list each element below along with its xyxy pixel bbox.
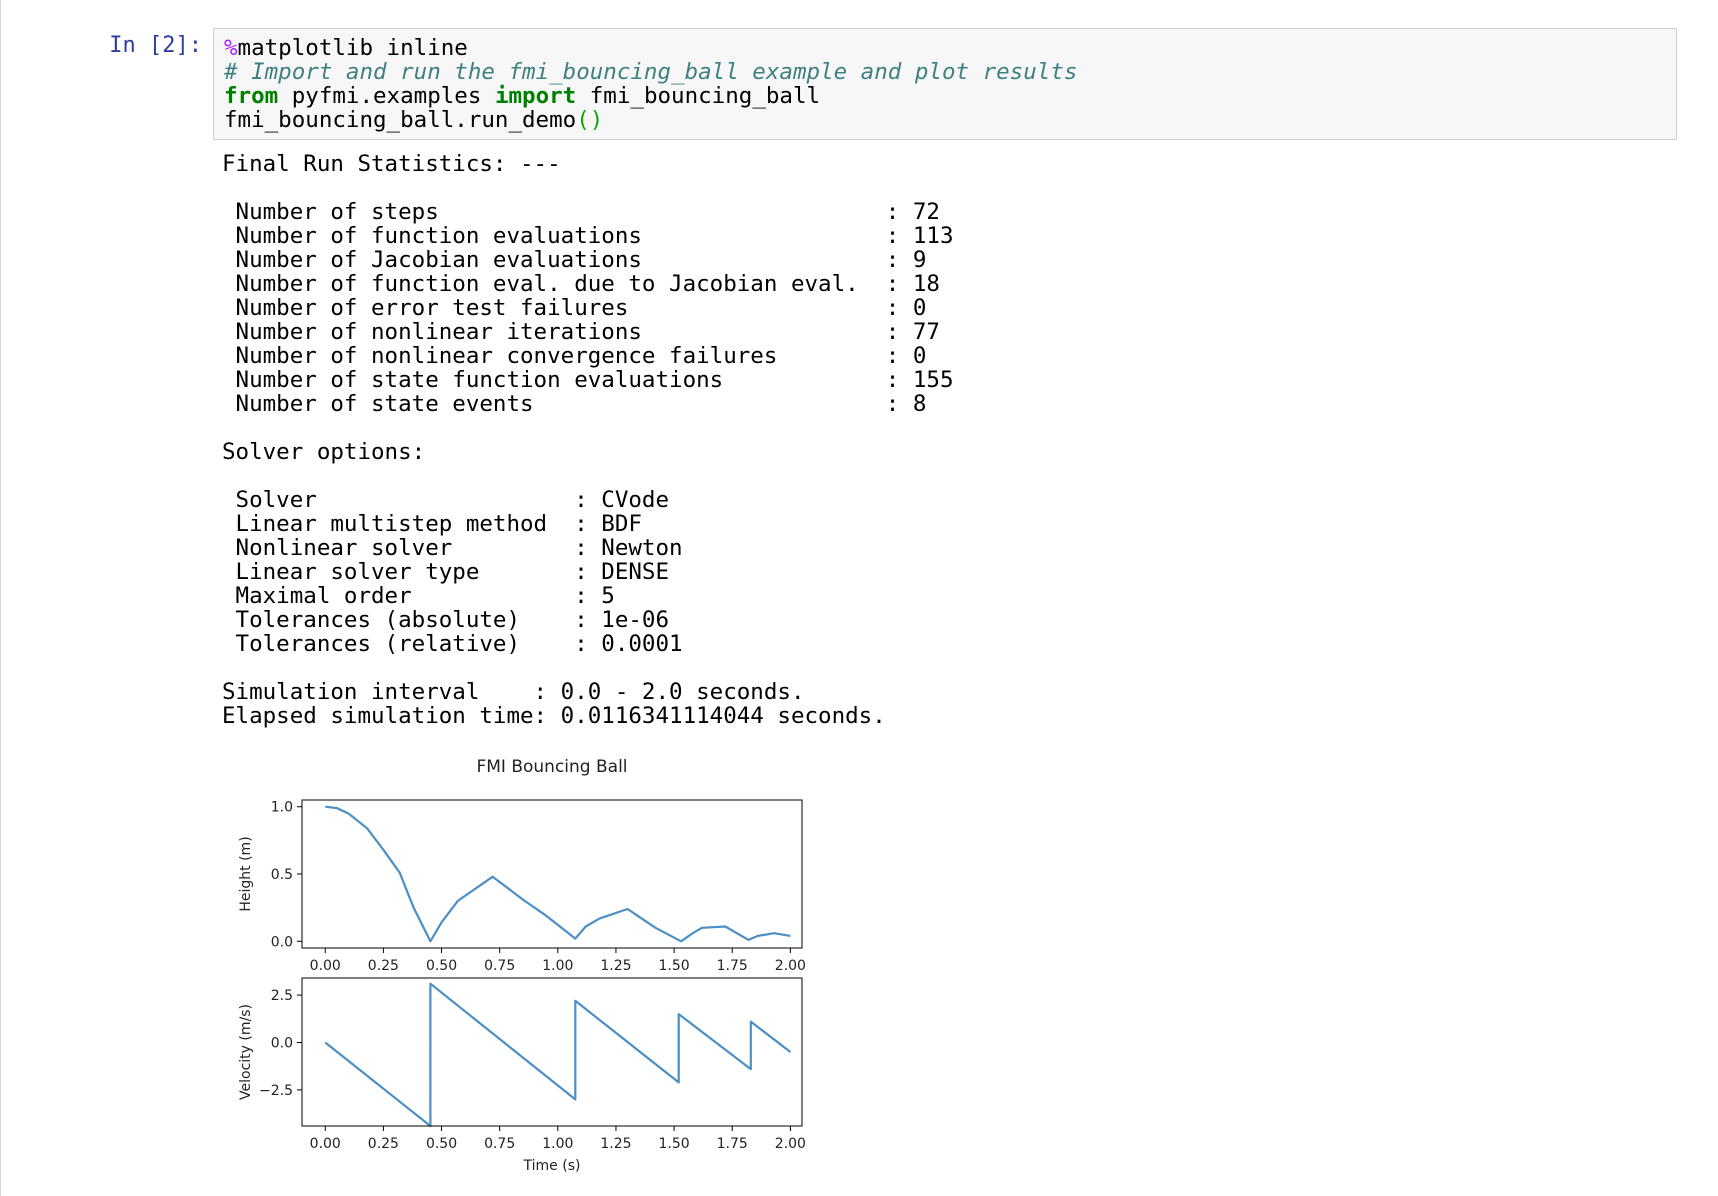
x-tick-label: 1.25 [600, 958, 631, 974]
x-tick-label: 0.75 [484, 958, 515, 974]
x-tick-label: 0.25 [368, 1136, 399, 1152]
y-tick-label: 2.5 [271, 988, 293, 1004]
code-input-area[interactable]: %matplotlib inline # Import and run the … [213, 28, 1677, 140]
x-tick-label: 1.00 [542, 958, 573, 974]
function-call: fmi_bouncing_ball.run_demo [224, 107, 577, 133]
output-line: Linear multistep method : BDF [222, 511, 642, 537]
output-line: Final Run Statistics: --- [222, 151, 561, 177]
code-line-4: fmi_bouncing_ball.run_demo() [224, 108, 1666, 132]
x-tick-label: 2.00 [775, 958, 806, 974]
y-axis-label: Velocity (m/s) [238, 1004, 254, 1100]
x-tick-label: 0.25 [368, 958, 399, 974]
output-line: Maximal order : 5 [222, 583, 615, 609]
output-line: Number of steps : 72 [222, 199, 940, 225]
y-tick-label: 0.0 [271, 1036, 293, 1052]
x-tick-label: 2.00 [775, 1136, 806, 1152]
x-tick-label: 0.50 [426, 958, 457, 974]
cell-prompt: In [2]: [109, 33, 202, 58]
y-tick-label: −2.5 [259, 1083, 293, 1099]
series-line [324, 982, 792, 1128]
output-line: Linear solver type : DENSE [222, 559, 670, 585]
output-line: Nonlinear solver : Newton [222, 535, 683, 561]
chart-title: FMI Bouncing Ball [476, 757, 627, 777]
x-tick-label: 1.25 [600, 1136, 631, 1152]
output-line: Number of state function evaluations : 1… [222, 367, 954, 393]
y-axis-label: Height (m) [238, 836, 254, 911]
output-line: Tolerances (relative) : 0.0001 [222, 631, 683, 657]
output-line: Number of state events : 8 [222, 391, 927, 417]
magic-command: matplotlib inline [237, 35, 468, 61]
x-tick-label: 1.50 [659, 958, 690, 974]
x-tick-label: 0.00 [310, 1136, 341, 1152]
x-tick-label: 1.75 [717, 958, 748, 974]
output-line: Number of function evaluations : 113 [222, 223, 954, 249]
x-tick-label: 1.50 [659, 1136, 690, 1152]
code-comment: # Import and run the fmi_bouncing_ball e… [224, 59, 1078, 85]
x-tick-label: 1.75 [717, 1136, 748, 1152]
keyword-from: from [224, 83, 279, 109]
y-tick-label: 0.0 [271, 934, 293, 950]
magic-percent: % [224, 35, 238, 61]
keyword-import: import [494, 83, 577, 109]
x-tick-label: 0.00 [310, 958, 341, 974]
x-tick-label: 0.50 [426, 1136, 457, 1152]
code-line-2: # Import and run the fmi_bouncing_ball e… [224, 60, 1666, 84]
output-line: Number of nonlinear convergence failures… [222, 343, 927, 369]
call-parens: () [576, 107, 604, 133]
y-tick-label: 0.5 [271, 867, 293, 883]
output-line: Number of function eval. due to Jacobian… [222, 271, 940, 297]
output-line: Number of nonlinear iterations : 77 [222, 319, 940, 345]
output-line: Elapsed simulation time: 0.0116341114044… [222, 703, 886, 729]
output-line: Solver : CVode [222, 487, 670, 513]
module-path: pyfmi.examples [278, 83, 495, 109]
plot-figure: FMI Bouncing Ball 0.00 0.25 0.50 0.75 1.00 1.2… [222, 748, 822, 1178]
plot-figure-svg: FMI Bouncing Ball 0.00 0.25 0.50 0.75 1.00 1.2… [238, 757, 806, 1174]
code-line-1: %matplotlib inline [224, 36, 1666, 60]
x-axis-label: Time (s) [523, 1158, 581, 1174]
import-name: fmi_bouncing_ball [576, 83, 821, 109]
notebook-left-border [0, 0, 1, 1196]
output-line: Solver options: [222, 439, 426, 465]
output-line: Simulation interval : 0.0 - 2.0 seconds. [222, 679, 805, 705]
cell-output-area: Final Run Statistics: --- Number of step… [222, 152, 954, 728]
code-line-3: from pyfmi.examples import fmi_bouncing_… [224, 84, 1666, 108]
x-tick-label: 1.00 [542, 1136, 573, 1152]
x-tick-label: 0.75 [484, 1136, 515, 1152]
output-line: Number of error test failures : 0 [222, 295, 927, 321]
series-line [325, 805, 791, 943]
output-line: Number of Jacobian evaluations : 9 [222, 247, 927, 273]
output-line: Tolerances (absolute) : 1e-06 [222, 607, 670, 633]
axes-frame [301, 799, 803, 949]
y-tick-label: 1.0 [271, 800, 293, 816]
